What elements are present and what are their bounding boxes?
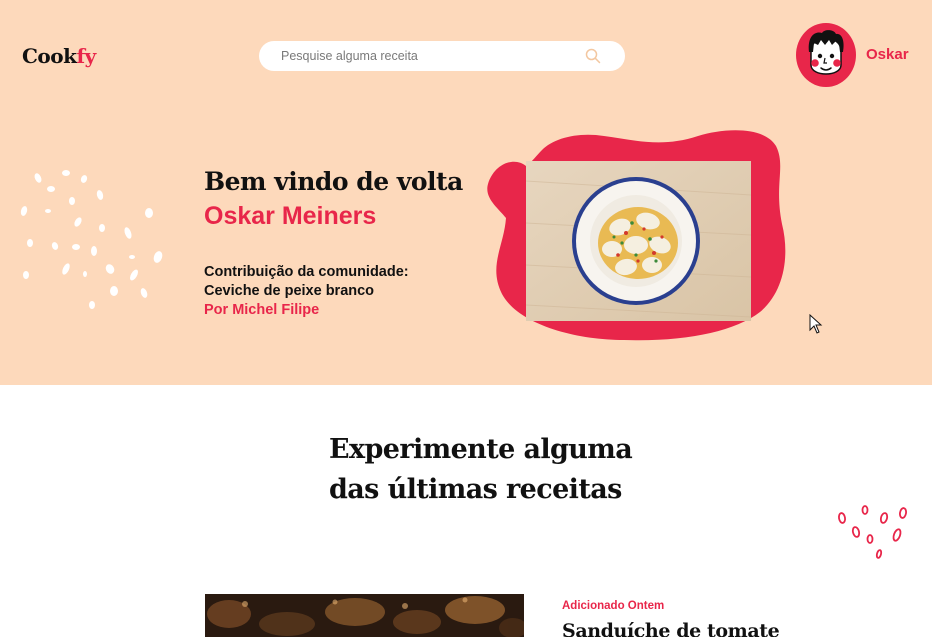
decorative-dots: [838, 505, 907, 559]
search-icon[interactable]: [585, 48, 601, 64]
search-input[interactable]: [281, 41, 581, 71]
user-name[interactable]: Oskar: [866, 46, 909, 63]
contribution-recipe-name[interactable]: Ceviche de peixe branco: [204, 283, 374, 299]
decorative-dots: [20, 170, 163, 309]
latest-title-line-2: das últimas receitas: [329, 474, 622, 505]
logo[interactable]: Cookfy: [22, 44, 96, 68]
logo-part-cook: Cook: [22, 44, 77, 68]
hero-greeting: Bem vindo de volta: [204, 167, 463, 196]
hero-user-name: Oskar Meiners: [204, 202, 377, 230]
recipe-card-image[interactable]: [205, 594, 524, 637]
search-bar: [259, 41, 625, 71]
latest-title-line-1: Experimente alguma: [329, 434, 633, 465]
logo-part-fy: fy: [76, 44, 96, 68]
featured-recipe-image[interactable]: [526, 161, 751, 321]
recipe-card-title[interactable]: Sanduíche de tomate: [562, 620, 780, 637]
contribution-label: Contribuição da comunidade:: [204, 264, 409, 280]
contribution-author[interactable]: Por Michel Filipe: [204, 302, 319, 318]
avatar[interactable]: [796, 23, 856, 87]
mouse-cursor-icon: [809, 314, 823, 334]
latest-recipes-title: Experimente alguma das últimas receitas: [329, 430, 633, 510]
recipe-added-date: Adicionado Ontem: [562, 600, 665, 612]
